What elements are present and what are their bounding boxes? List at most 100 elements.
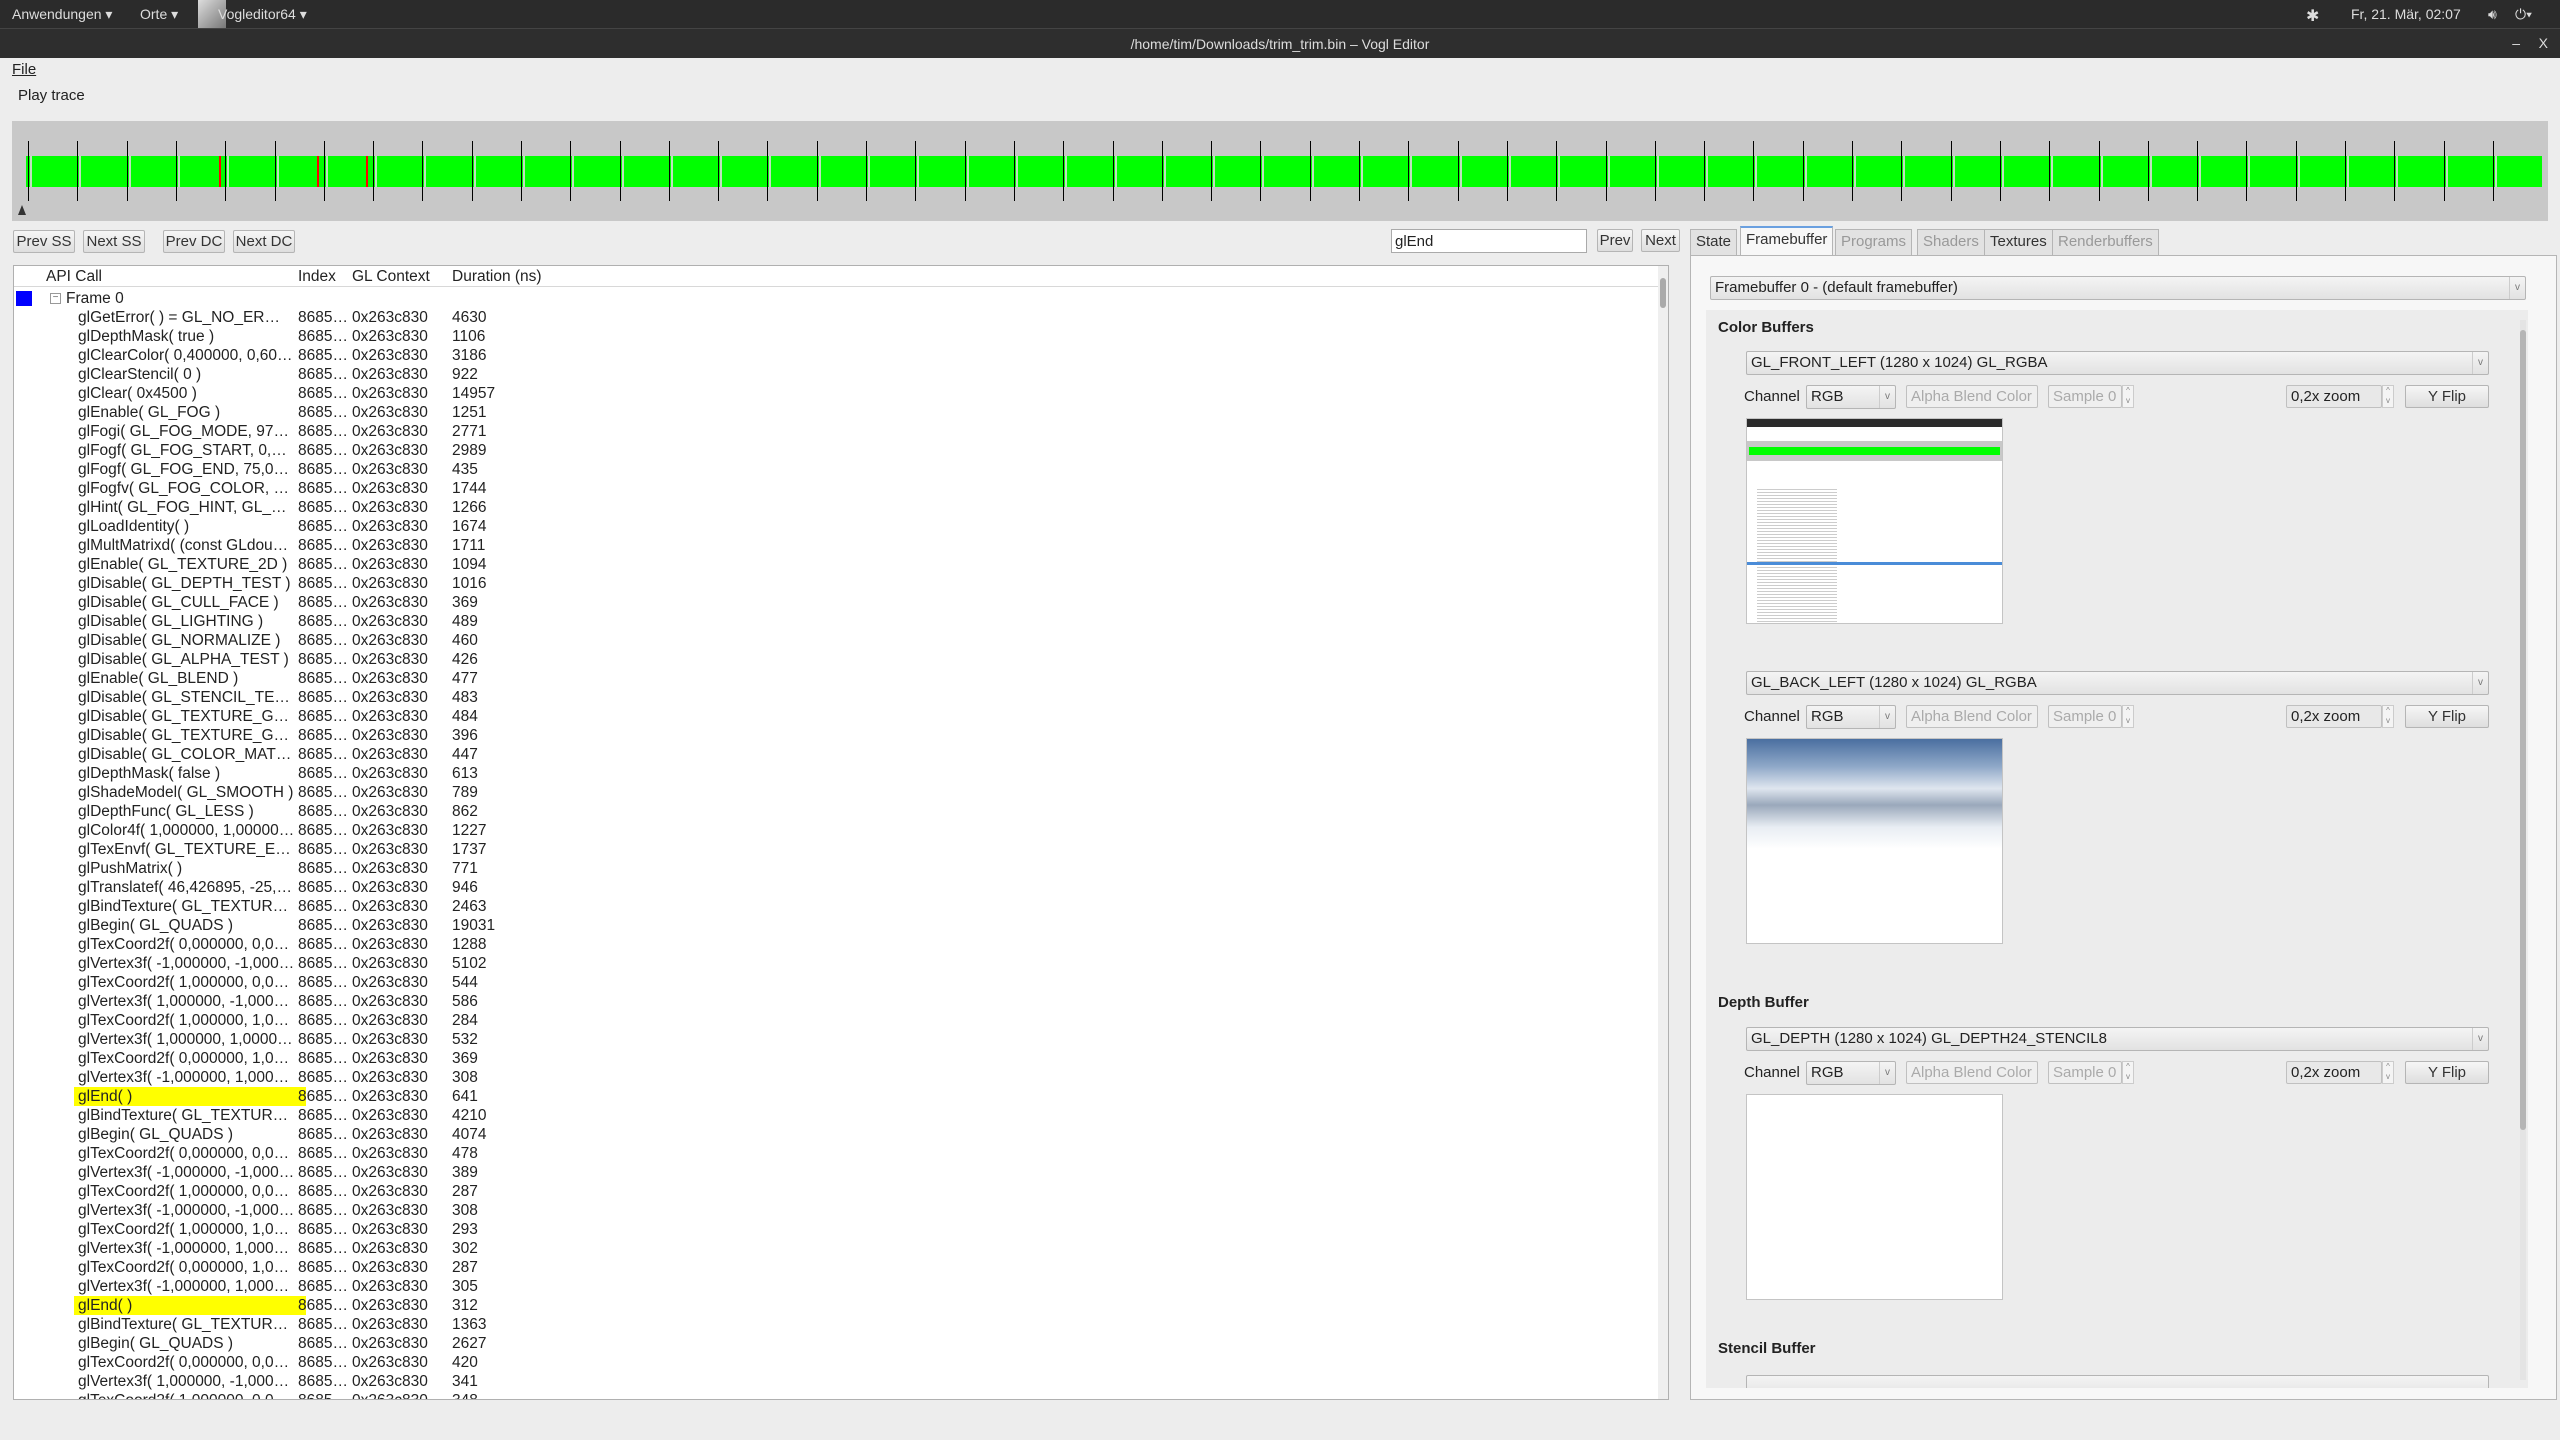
- table-row[interactable]: glVertex3f( 1,000000, -1,000… 8685… 0x263c…: [14, 1372, 1668, 1391]
- table-row[interactable]: glDisable( GL_CULL_FACE ) 8685… 0x263c830 3…: [14, 593, 1668, 612]
- table-row[interactable]: glVertex3f( -1,000000, -1,000… 8685… 0x263…: [14, 1201, 1668, 1220]
- table-row[interactable]: glFogfv( GL_FOG_COLOR, … 8685… 0x263c830 17…: [14, 479, 1668, 498]
- search-next-button[interactable]: Next: [1641, 229, 1680, 252]
- sample-spinbox[interactable]: Sample 0: [2048, 385, 2122, 408]
- collapse-icon[interactable]: −: [50, 293, 61, 304]
- table-row[interactable]: glFogf( GL_FOG_START, 0,… 8685… 0x263c830 2…: [14, 441, 1668, 460]
- table-row[interactable]: glBegin( GL_QUADS ) 8685… 0x263c830 19031: [14, 916, 1668, 935]
- header-index[interactable]: Index: [298, 268, 336, 286]
- buffers-scrollbar[interactable]: [2520, 320, 2526, 1380]
- table-row[interactable]: glDisable( GL_LIGHTING ) 8685… 0x263c830 48…: [14, 612, 1668, 631]
- sample-spin-arrows-icon[interactable]: ^ v: [2122, 705, 2134, 728]
- table-row[interactable]: glTexCoord2f( 1,000000, 0,0… 8685…0x263c8…: [14, 973, 1668, 992]
- active-app-menu[interactable]: Vogleditor64 ▾: [218, 6, 307, 23]
- table-row[interactable]: glEnable( GL_FOG ) 8685… 0x263c830 1251: [14, 403, 1668, 422]
- applications-menu[interactable]: Anwendungen ▾: [12, 6, 112, 23]
- timeline-frames-band[interactable]: [26, 156, 2542, 187]
- table-row[interactable]: glEnd( ) 8685… 0x263c830 312: [14, 1296, 1668, 1315]
- close-button[interactable]: X: [2539, 35, 2548, 51]
- table-row[interactable]: glDepthMask( true ) 8685… 0x263c830 1106: [14, 327, 1668, 346]
- table-row[interactable]: glEnd( ) 8685… 0x263c830 641: [14, 1087, 1668, 1106]
- buffers-scroll-area[interactable]: Color Buffers Depth Buffer Stencil Buffe…: [1706, 310, 2528, 1388]
- table-row[interactable]: glDisable( GL_COLOR_MAT… 8685… 0x263c830 44…: [14, 745, 1668, 764]
- table-row[interactable]: glMultMatrixd( (const GLdou… 8685… 0x263c8…: [14, 536, 1668, 555]
- timeline-cursor-icon[interactable]: [18, 205, 26, 215]
- table-scrollbar-thumb[interactable]: [1660, 278, 1666, 308]
- zoom-spin-arrows-icon[interactable]: ^ v: [2382, 705, 2394, 728]
- datetime[interactable]: Fr, 21. Mär, 02:07: [2351, 6, 2461, 22]
- search-input[interactable]: glEnd: [1391, 229, 1587, 253]
- zoom-spinbox[interactable]: 0,2x zoom: [2286, 1061, 2382, 1084]
- buffers-scrollbar-thumb[interactable]: [2520, 330, 2526, 1130]
- table-row[interactable]: glTexEnvf( GL_TEXTURE_E… 8685… 0x263c830 17…: [14, 840, 1668, 859]
- table-row[interactable]: glFogf( GL_FOG_END, 75,0… 8685… 0x263c830 4…: [14, 460, 1668, 479]
- table-row[interactable]: glDisable( GL_DEPTH_TEST ) 8685… 0x263c830…: [14, 574, 1668, 593]
- prev-dc-button[interactable]: Prev DC: [163, 230, 225, 253]
- next-ss-button[interactable]: Next SS: [83, 230, 145, 253]
- table-row[interactable]: glTexCoord2f( 0,000000, 0,0… 8685… 0x263c8…: [14, 1144, 1668, 1163]
- table-row[interactable]: glShadeModel( GL_SMOOTH ) 8685… 0x263c830 7…: [14, 783, 1668, 802]
- volume-icon[interactable]: 🔊︎: [2488, 6, 2497, 23]
- table-row[interactable]: glEnable( GL_BLEND ) 8685… 0x263c830 477: [14, 669, 1668, 688]
- y-flip-button[interactable]: Y Flip: [2405, 1061, 2489, 1084]
- table-row[interactable]: glTexCoord2f( 1,000000, 1,0… 8685… 0x263c8…: [14, 1220, 1668, 1239]
- y-flip-button[interactable]: Y Flip: [2405, 385, 2489, 408]
- table-row[interactable]: glClearStencil( 0 ) 8685… 0x263c830 922: [14, 365, 1668, 384]
- header-api-call[interactable]: API Call: [46, 268, 102, 286]
- channel-select[interactable]: RGB v: [1806, 705, 1896, 729]
- power-icon[interactable]: ⏻▾: [2515, 6, 2532, 23]
- tab-programs[interactable]: Programs: [1835, 229, 1913, 255]
- tab-shaders[interactable]: Shaders: [1917, 229, 1985, 255]
- header-duration[interactable]: Duration (ns): [452, 268, 542, 286]
- table-row[interactable]: glDisable( GL_TEXTURE_G… 8685… 0x263c830 39…: [14, 726, 1668, 745]
- channel-select[interactable]: RGB v: [1806, 385, 1896, 409]
- table-row[interactable]: glTexCoord2f( 1,000000, 1,0… 8685… 0x263c8…: [14, 1011, 1668, 1030]
- tab-textures[interactable]: Textures: [1984, 229, 2053, 255]
- sample-spin-arrows-icon[interactable]: ^ v: [2122, 385, 2134, 408]
- zoom-spinbox[interactable]: 0,2x zoom: [2286, 705, 2382, 728]
- table-row[interactable]: glVertex3f( -1,000000, 1,000… 8685… 0x263c…: [14, 1239, 1668, 1258]
- channel-select[interactable]: RGB v: [1806, 1061, 1896, 1085]
- sample-spin-arrows-icon[interactable]: ^ v: [2122, 1061, 2134, 1084]
- search-prev-button[interactable]: Prev: [1597, 229, 1633, 252]
- trace-timeline[interactable]: [12, 121, 2548, 221]
- buffer-selector[interactable]: GL_BACK_LEFT (1280 x 1024) GL_RGBA v: [1746, 671, 2489, 695]
- table-row[interactable]: glTexCoord2f( 0,000000, 0,0… 8685… 0x263c8…: [14, 1353, 1668, 1372]
- zoom-spin-arrows-icon[interactable]: ^ v: [2382, 1061, 2394, 1084]
- tab-state[interactable]: State: [1690, 229, 1738, 255]
- table-row[interactable]: glBindTexture( GL_TEXTUR… 8685… 0x263c830 4…: [14, 1106, 1668, 1125]
- file-menu[interactable]: File: [12, 61, 36, 78]
- api-call-tree[interactable]: API Call Index GL Context Duration (ns) …: [13, 265, 1669, 1400]
- next-dc-button[interactable]: Next DC: [233, 230, 295, 253]
- table-row[interactable]: glVertex3f( -1,000000, 1,000… 8685… 0x263c…: [14, 1068, 1668, 1087]
- table-row[interactable]: glVertex3f( -1,000000, 1,000… 8685… 0x263c…: [14, 1277, 1668, 1296]
- stencil-buffer-selector[interactable]: [1746, 1375, 2489, 1388]
- table-row[interactable]: glDisable( GL_ALPHA_TEST ) 8685… 0x263c830…: [14, 650, 1668, 669]
- table-row[interactable]: glVertex3f( -1,000000, -1,000… 8685… 0x263…: [14, 954, 1668, 973]
- table-row[interactable]: glTexCoord2f( 1,000000, 0,0… 8685…0x263c8…: [14, 1182, 1668, 1201]
- table-row[interactable]: glDisable( GL_NORMALIZE ) 8685… 0x263c830 4…: [14, 631, 1668, 650]
- table-row[interactable]: glPushMatrix( ) 8685… 0x263c830 771: [14, 859, 1668, 878]
- table-row[interactable]: glVertex3f( 1,000000, 1,0000… 8685… 0x263c…: [14, 1030, 1668, 1049]
- table-row[interactable]: glBegin( GL_QUADS ) 8685… 0x263c830 2627: [14, 1334, 1668, 1353]
- y-flip-button[interactable]: Y Flip: [2405, 705, 2489, 728]
- places-menu[interactable]: Orte ▾: [140, 6, 178, 23]
- table-row[interactable]: glFogi( GL_FOG_MODE, 97… 8685… 0x263c830 27…: [14, 422, 1668, 441]
- table-row[interactable]: glBegin( GL_QUADS ) 8685… 0x263c830 4074: [14, 1125, 1668, 1144]
- table-row[interactable]: glDepthFunc( GL_LESS ) 8685… 0x263c830 862: [14, 802, 1668, 821]
- table-row[interactable]: glGetError( ) = GL_NO_ER… 8685… 0x263c830 4…: [14, 308, 1668, 327]
- table-row[interactable]: glClearColor( 0,400000, 0,60… 8685… 0x263c…: [14, 346, 1668, 365]
- header-gl-context[interactable]: GL Context: [352, 268, 430, 286]
- framebuffer-selector[interactable]: Framebuffer 0 - (default framebuffer) v: [1710, 276, 2526, 300]
- alpha-blend-color-button[interactable]: Alpha Blend Color: [1906, 705, 2038, 728]
- table-row[interactable]: glEnable( GL_TEXTURE_2D ) 8685… 0x263c830 1…: [14, 555, 1668, 574]
- table-row[interactable]: glVertex3f( -1,000000, -1,000… 8685… 0x263…: [14, 1163, 1668, 1182]
- sample-spinbox[interactable]: Sample 0: [2048, 1061, 2122, 1084]
- table-row[interactable]: glBindTexture( GL_TEXTUR… 8685… 0x263c830 2…: [14, 897, 1668, 916]
- minimize-button[interactable]: –: [2512, 35, 2520, 51]
- table-row[interactable]: glTexCoord2f( 0,000000, 1,0… 8685… 0x263c8…: [14, 1049, 1668, 1068]
- buffer-selector[interactable]: GL_FRONT_LEFT (1280 x 1024) GL_RGBA v: [1746, 351, 2489, 375]
- table-row[interactable]: glDisable( GL_STENCIL_TE… 8685… 0x263c830 4…: [14, 688, 1668, 707]
- table-row[interactable]: glTexCoord2f( 0,000000, 0,0… 8685… 0x263c8…: [14, 935, 1668, 954]
- tab-framebuffer[interactable]: Framebuffer: [1740, 226, 1834, 256]
